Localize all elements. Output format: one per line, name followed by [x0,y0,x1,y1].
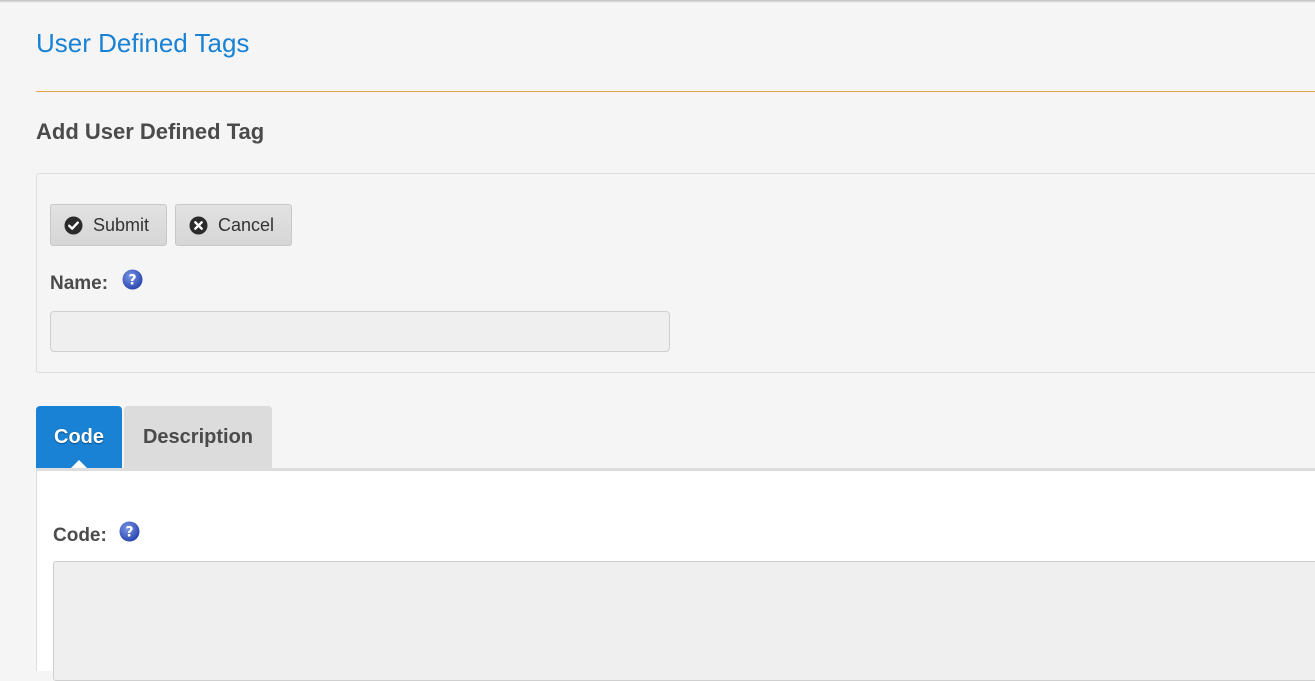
x-circle-icon [189,216,208,235]
title-divider [36,91,1315,92]
tab-code-label: Code [54,425,104,448]
tab-description[interactable]: Description [124,406,272,468]
page-title: User Defined Tags [36,28,250,58]
tab-description-label: Description [142,425,254,448]
name-label: Name: [50,273,109,294]
cancel-button[interactable]: Cancel [175,204,292,246]
name-input[interactable] [50,311,670,352]
question-mark-icon[interactable]: ? [122,269,143,290]
code-tab-panel: Code: ? [36,471,1315,681]
svg-text:?: ? [125,525,133,541]
svg-text:?: ? [128,273,136,289]
code-label: Code: [53,525,107,546]
cancel-label: Cancel [218,214,275,235]
section-heading: Add User Defined Tag [36,119,265,144]
top-shadow [0,0,1315,3]
question-mark-icon[interactable]: ? [119,521,140,542]
submit-button[interactable]: Submit [50,204,167,246]
add-tag-form: Submit Cancel Name: ? [36,173,1315,373]
check-circle-icon [64,216,83,235]
tab-code[interactable]: Code [36,406,122,469]
submit-label: Submit [93,214,150,235]
code-textarea[interactable] [53,561,1315,681]
